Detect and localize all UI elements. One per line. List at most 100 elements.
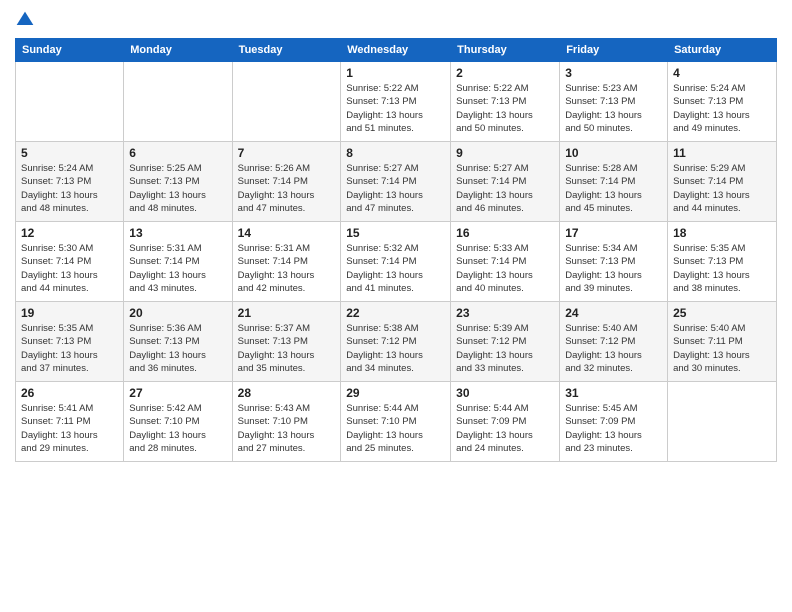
- calendar-cell: [124, 62, 232, 142]
- day-number: 15: [346, 226, 445, 240]
- day-number: 4: [673, 66, 771, 80]
- calendar-cell: 20 Sunrise: 5:36 AM Sunset: 7:13 PM Dayli…: [124, 302, 232, 382]
- day-number: 8: [346, 146, 445, 160]
- calendar-cell: 25 Sunrise: 5:40 AM Sunset: 7:11 PM Dayli…: [668, 302, 777, 382]
- week-row-0: 1 Sunrise: 5:22 AM Sunset: 7:13 PM Daylig…: [16, 62, 777, 142]
- calendar-cell: 6Sunrise: 5:25 AM Sunset: 7:13 PM Daylig…: [124, 142, 232, 222]
- day-number: 21: [238, 306, 336, 320]
- day-number: 26: [21, 386, 118, 400]
- calendar-cell: 30 Sunrise: 5:44 AM Sunset: 7:09 PM Dayli…: [451, 382, 560, 462]
- day-info: Sunrise: 5:43 AM Sunset: 7:10 PM Dayligh…: [238, 402, 336, 455]
- day-info: Sunrise: 5:42 AM Sunset: 7:10 PM Dayligh…: [129, 402, 226, 455]
- day-info: Sunrise: 5:31 AM Sunset: 7:14 PM Dayligh…: [129, 242, 226, 295]
- week-row-4: 26Sunrise: 5:41 AM Sunset: 7:11 PM Dayli…: [16, 382, 777, 462]
- day-number: 2: [456, 66, 554, 80]
- calendar-cell: 26Sunrise: 5:41 AM Sunset: 7:11 PM Dayli…: [16, 382, 124, 462]
- day-number: 17: [565, 226, 662, 240]
- day-info: Sunrise: 5:40 AM Sunset: 7:12 PM Dayligh…: [565, 322, 662, 375]
- week-row-2: 12 Sunrise: 5:30 AM Sunset: 7:14 PM Dayli…: [16, 222, 777, 302]
- calendar-cell: 14 Sunrise: 5:31 AM Sunset: 7:14 PM Dayli…: [232, 222, 341, 302]
- day-number: 5: [21, 146, 118, 160]
- calendar-header-row: SundayMondayTuesdayWednesdayThursdayFrid…: [16, 39, 777, 62]
- calendar-cell: [668, 382, 777, 462]
- calendar-cell: 1 Sunrise: 5:22 AM Sunset: 7:13 PM Daylig…: [341, 62, 451, 142]
- calendar-cell: 21Sunrise: 5:37 AM Sunset: 7:13 PM Dayli…: [232, 302, 341, 382]
- day-number: 16: [456, 226, 554, 240]
- calendar-cell: 4Sunrise: 5:24 AM Sunset: 7:13 PM Daylig…: [668, 62, 777, 142]
- calendar-cell: 27 Sunrise: 5:42 AM Sunset: 7:10 PM Dayli…: [124, 382, 232, 462]
- day-info: Sunrise: 5:22 AM Sunset: 7:13 PM Dayligh…: [346, 82, 445, 135]
- calendar-cell: 29 Sunrise: 5:44 AM Sunset: 7:10 PM Dayli…: [341, 382, 451, 462]
- day-number: 25: [673, 306, 771, 320]
- day-number: 31: [565, 386, 662, 400]
- day-number: 28: [238, 386, 336, 400]
- day-info: Sunrise: 5:29 AM Sunset: 7:14 PM Dayligh…: [673, 162, 771, 215]
- day-number: 1: [346, 66, 445, 80]
- week-row-1: 5 Sunrise: 5:24 AM Sunset: 7:13 PM Daylig…: [16, 142, 777, 222]
- day-info: Sunrise: 5:34 AM Sunset: 7:13 PM Dayligh…: [565, 242, 662, 295]
- day-info: Sunrise: 5:27 AM Sunset: 7:14 PM Dayligh…: [346, 162, 445, 215]
- calendar-cell: 16 Sunrise: 5:33 AM Sunset: 7:14 PM Dayli…: [451, 222, 560, 302]
- calendar-cell: 11 Sunrise: 5:29 AM Sunset: 7:14 PM Dayli…: [668, 142, 777, 222]
- page: SundayMondayTuesdayWednesdayThursdayFrid…: [0, 0, 792, 612]
- day-number: 29: [346, 386, 445, 400]
- day-number: 3: [565, 66, 662, 80]
- calendar-cell: 9 Sunrise: 5:27 AM Sunset: 7:14 PM Daylig…: [451, 142, 560, 222]
- day-info: Sunrise: 5:39 AM Sunset: 7:12 PM Dayligh…: [456, 322, 554, 375]
- calendar-cell: 18 Sunrise: 5:35 AM Sunset: 7:13 PM Dayli…: [668, 222, 777, 302]
- day-header-tuesday: Tuesday: [232, 39, 341, 62]
- calendar-cell: [16, 62, 124, 142]
- day-info: Sunrise: 5:44 AM Sunset: 7:10 PM Dayligh…: [346, 402, 445, 455]
- day-info: Sunrise: 5:40 AM Sunset: 7:11 PM Dayligh…: [673, 322, 771, 375]
- day-info: Sunrise: 5:45 AM Sunset: 7:09 PM Dayligh…: [565, 402, 662, 455]
- day-info: Sunrise: 5:35 AM Sunset: 7:13 PM Dayligh…: [673, 242, 771, 295]
- day-number: 7: [238, 146, 336, 160]
- day-number: 20: [129, 306, 226, 320]
- day-number: 9: [456, 146, 554, 160]
- day-info: Sunrise: 5:26 AM Sunset: 7:14 PM Dayligh…: [238, 162, 336, 215]
- logo-icon: [15, 10, 35, 30]
- day-info: Sunrise: 5:22 AM Sunset: 7:13 PM Dayligh…: [456, 82, 554, 135]
- day-number: 12: [21, 226, 118, 240]
- day-number: 13: [129, 226, 226, 240]
- calendar-cell: 8 Sunrise: 5:27 AM Sunset: 7:14 PM Daylig…: [341, 142, 451, 222]
- calendar-cell: [232, 62, 341, 142]
- day-info: Sunrise: 5:31 AM Sunset: 7:14 PM Dayligh…: [238, 242, 336, 295]
- day-number: 11: [673, 146, 771, 160]
- day-info: Sunrise: 5:25 AM Sunset: 7:13 PM Dayligh…: [129, 162, 226, 215]
- day-info: Sunrise: 5:27 AM Sunset: 7:14 PM Dayligh…: [456, 162, 554, 215]
- day-header-wednesday: Wednesday: [341, 39, 451, 62]
- calendar-cell: 22 Sunrise: 5:38 AM Sunset: 7:12 PM Dayli…: [341, 302, 451, 382]
- calendar-cell: 28 Sunrise: 5:43 AM Sunset: 7:10 PM Dayli…: [232, 382, 341, 462]
- calendar-cell: 7 Sunrise: 5:26 AM Sunset: 7:14 PM Daylig…: [232, 142, 341, 222]
- day-info: Sunrise: 5:30 AM Sunset: 7:14 PM Dayligh…: [21, 242, 118, 295]
- week-row-3: 19Sunrise: 5:35 AM Sunset: 7:13 PM Dayli…: [16, 302, 777, 382]
- day-number: 18: [673, 226, 771, 240]
- day-number: 24: [565, 306, 662, 320]
- day-info: Sunrise: 5:24 AM Sunset: 7:13 PM Dayligh…: [21, 162, 118, 215]
- day-info: Sunrise: 5:44 AM Sunset: 7:09 PM Dayligh…: [456, 402, 554, 455]
- calendar-cell: 17 Sunrise: 5:34 AM Sunset: 7:13 PM Dayli…: [560, 222, 668, 302]
- day-info: Sunrise: 5:38 AM Sunset: 7:12 PM Dayligh…: [346, 322, 445, 375]
- header: [15, 10, 777, 30]
- day-header-monday: Monday: [124, 39, 232, 62]
- day-info: Sunrise: 5:33 AM Sunset: 7:14 PM Dayligh…: [456, 242, 554, 295]
- calendar-cell: 5 Sunrise: 5:24 AM Sunset: 7:13 PM Daylig…: [16, 142, 124, 222]
- day-number: 14: [238, 226, 336, 240]
- calendar-table: SundayMondayTuesdayWednesdayThursdayFrid…: [15, 38, 777, 462]
- day-info: Sunrise: 5:36 AM Sunset: 7:13 PM Dayligh…: [129, 322, 226, 375]
- day-info: Sunrise: 5:23 AM Sunset: 7:13 PM Dayligh…: [565, 82, 662, 135]
- day-info: Sunrise: 5:35 AM Sunset: 7:13 PM Dayligh…: [21, 322, 118, 375]
- calendar-cell: 10Sunrise: 5:28 AM Sunset: 7:14 PM Dayli…: [560, 142, 668, 222]
- day-header-saturday: Saturday: [668, 39, 777, 62]
- day-number: 22: [346, 306, 445, 320]
- day-number: 27: [129, 386, 226, 400]
- calendar-cell: 12 Sunrise: 5:30 AM Sunset: 7:14 PM Dayli…: [16, 222, 124, 302]
- calendar-cell: 24 Sunrise: 5:40 AM Sunset: 7:12 PM Dayli…: [560, 302, 668, 382]
- day-number: 30: [456, 386, 554, 400]
- logo: [15, 10, 39, 30]
- day-header-friday: Friday: [560, 39, 668, 62]
- calendar-cell: 19Sunrise: 5:35 AM Sunset: 7:13 PM Dayli…: [16, 302, 124, 382]
- calendar-cell: 3 Sunrise: 5:23 AM Sunset: 7:13 PM Daylig…: [560, 62, 668, 142]
- day-number: 23: [456, 306, 554, 320]
